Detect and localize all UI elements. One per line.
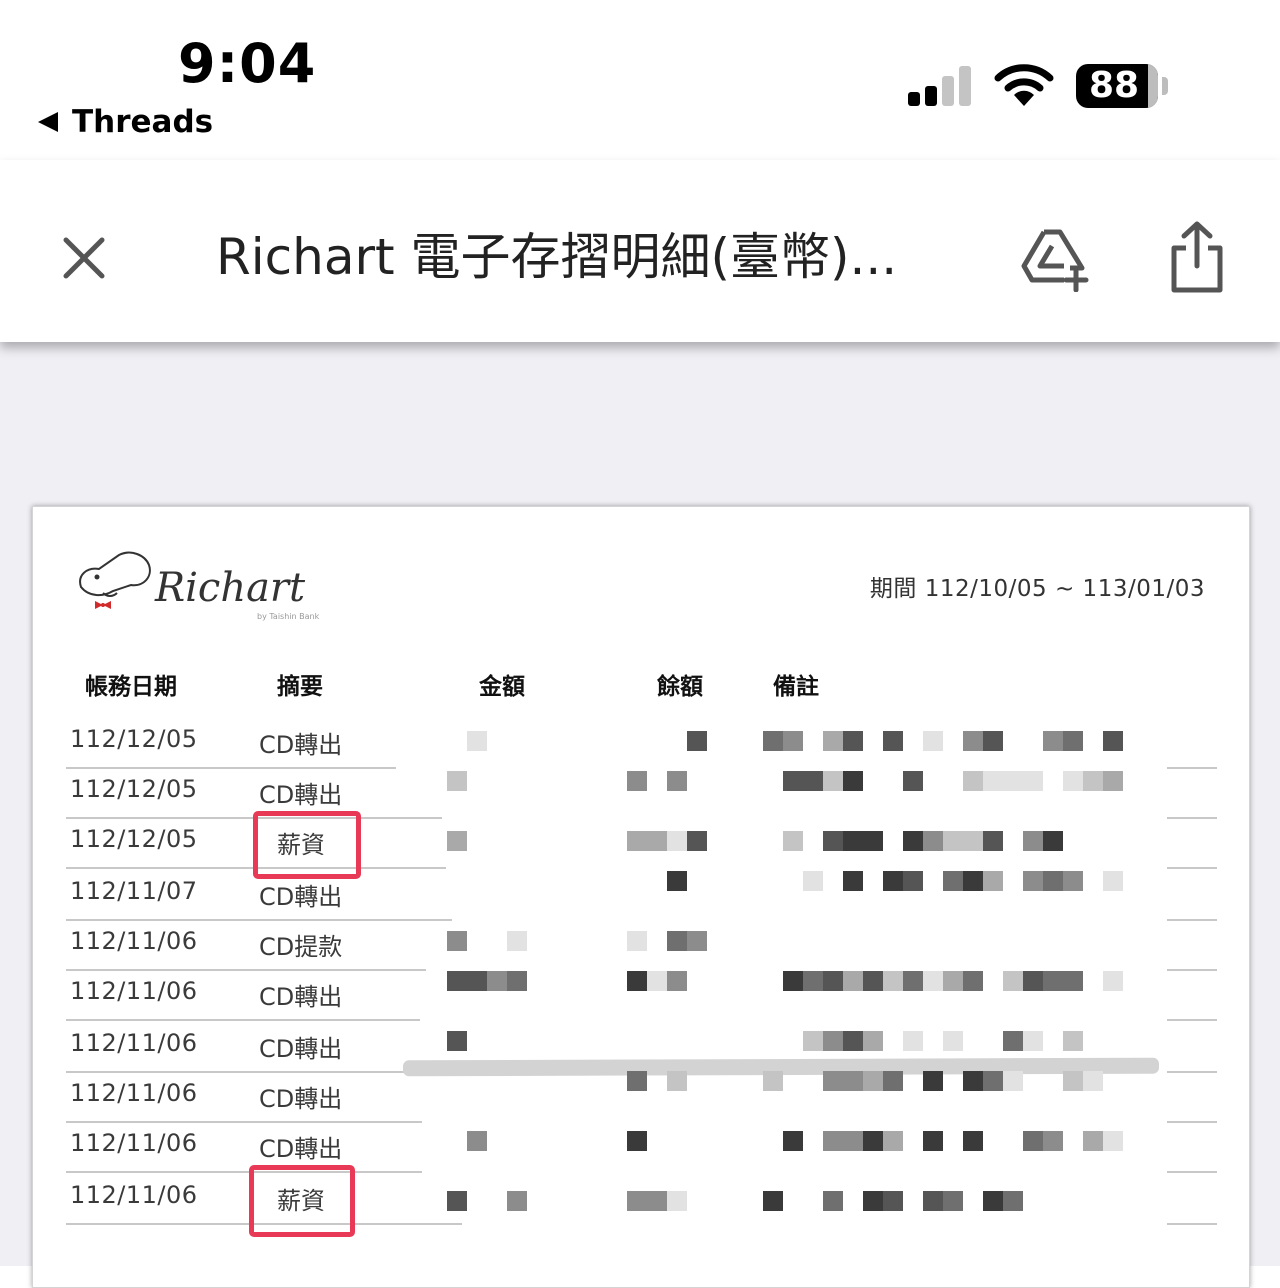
row-summary: CD轉出 [259, 1035, 343, 1063]
row-summary: CD轉出 [259, 1135, 343, 1163]
statement-period: 期間 112/10/05 ~ 113/01/03 [869, 576, 1205, 602]
row-date: 112/11/06 [70, 927, 198, 955]
table-row: 112/11/06 CD轉出 [33, 1073, 1249, 1123]
table-row: 112/12/05 薪資 [33, 819, 1249, 869]
viewer-toolbar: Richart 電子存摺明細(臺幣)... [0, 160, 1280, 342]
header-note: 備註 [773, 674, 819, 700]
row-date: 112/11/06 [70, 1181, 198, 1209]
row-date: 112/11/07 [70, 877, 198, 905]
logo-wordmark: Richart [154, 565, 306, 611]
wifi-icon [994, 64, 1054, 106]
row-summary: CD轉出 [259, 883, 343, 911]
header-balance: 餘額 [657, 674, 703, 700]
row-date: 112/11/06 [70, 1129, 198, 1157]
back-to-app-button[interactable]: Threads [38, 102, 213, 142]
battery-tip [1162, 77, 1168, 95]
row-summary: CD轉出 [259, 781, 343, 809]
row-summary: CD提款 [259, 933, 343, 961]
table-row: 112/11/06 CD提款 [33, 921, 1249, 971]
salary-highlight-box [253, 811, 361, 879]
table-row: 112/12/05 CD轉出 [33, 719, 1249, 769]
drive-add-icon[interactable] [1020, 226, 1090, 292]
row-summary: CD轉出 [259, 983, 343, 1011]
status-time: 9:04 [178, 32, 317, 95]
close-icon[interactable] [58, 232, 110, 284]
row-date: 112/12/05 [70, 725, 198, 753]
table-row: 112/11/06 CD轉出 [33, 1123, 1249, 1173]
cellular-signal-icon [908, 66, 974, 106]
row-date: 112/11/06 [70, 1029, 198, 1057]
richart-logo: Richart by Taishin Bank [79, 551, 320, 621]
salary-highlight-box [249, 1165, 355, 1237]
back-triangle-icon [38, 112, 58, 132]
header-summary: 摘要 [277, 674, 323, 700]
document-viewer[interactable]: Richart by Taishin Bank 期間 112/10/05 ~ 1… [0, 342, 1280, 1288]
table-row: 112/11/07 CD轉出 [33, 871, 1249, 921]
table-row: 112/11/06 CD轉出 [33, 971, 1249, 1021]
statement-page: Richart by Taishin Bank 期間 112/10/05 ~ 1… [32, 506, 1250, 1288]
row-date: 112/11/06 [70, 977, 198, 1005]
status-bar: 9:04 Threads 88 [0, 0, 1280, 160]
table-row: 112/11/06 薪資 [33, 1175, 1249, 1225]
header-amount: 金額 [479, 674, 525, 700]
row-summary: CD轉出 [259, 731, 343, 759]
row-date: 112/12/05 [70, 775, 198, 803]
document-title: Richart 電子存摺明細(臺幣)... [216, 228, 898, 286]
share-icon[interactable] [1168, 220, 1226, 294]
row-date: 112/12/05 [70, 825, 198, 853]
battery-indicator: 88 [1076, 64, 1158, 108]
back-app-label: Threads [72, 104, 214, 140]
header-date: 帳務日期 [85, 674, 177, 700]
battery-percentage: 88 [1088, 65, 1140, 106]
row-summary: CD轉出 [259, 1085, 343, 1113]
redaction-strike [402, 1057, 1160, 1077]
row-date: 112/11/06 [70, 1079, 198, 1107]
logo-subtext: by Taishin Bank [257, 612, 320, 621]
table-row: 112/12/05 CD轉出 [33, 769, 1249, 819]
